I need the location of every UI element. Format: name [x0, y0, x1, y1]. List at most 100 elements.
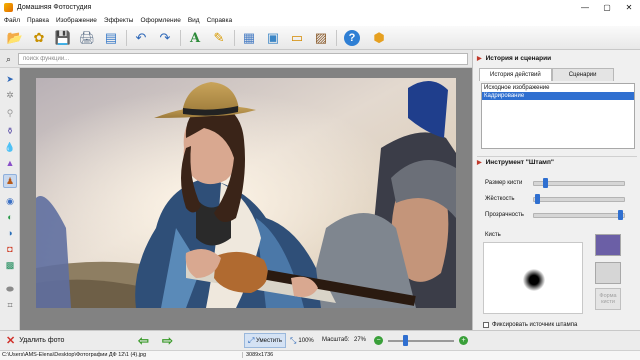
opacity-thumb[interactable]: [618, 210, 624, 220]
menu-view[interactable]: Вид: [188, 17, 200, 24]
menu-help[interactable]: Справка: [207, 17, 233, 24]
undo-button[interactable]: ↶: [132, 29, 150, 47]
zoom-slider-thumb[interactable]: [403, 335, 408, 346]
select-tool[interactable]: ➤: [3, 72, 17, 86]
zoom-in-button[interactable]: +: [459, 336, 468, 345]
text-button[interactable]: A: [186, 29, 204, 47]
brush-dot: [523, 269, 545, 291]
pointer-icon: ➤: [6, 73, 14, 84]
prev-photo-button[interactable]: ⇦: [138, 333, 149, 349]
secondary-color-swatch[interactable]: [595, 262, 621, 284]
menu-design[interactable]: Оформление: [140, 17, 180, 24]
image-canvas[interactable]: [20, 68, 472, 330]
opacity-slider[interactable]: [533, 213, 625, 218]
close-button[interactable]: ✕: [618, 0, 640, 14]
print-button[interactable]: 🖨: [78, 29, 96, 47]
package-button[interactable]: ⬢: [370, 29, 388, 47]
help-button[interactable]: ?: [344, 30, 360, 46]
collage-button[interactable]: ▦: [240, 29, 258, 47]
color-tool[interactable]: ◐: [3, 210, 17, 224]
menu-effects[interactable]: Эффекты: [104, 17, 134, 24]
eye-tool[interactable]: ◉: [3, 194, 17, 208]
brush-preview: [483, 242, 583, 314]
brush-icon: ✎: [213, 30, 225, 45]
file-path: C:\Users\AMS-Elena\Desktop\Фотографии ДФ…: [2, 352, 147, 358]
history-tabs: История действий Сценарии: [479, 68, 614, 81]
auto-enhance-tool[interactable]: ✲: [3, 88, 17, 102]
shapes-tool[interactable]: ▩: [3, 258, 17, 272]
open-folder-icon: 📂: [6, 30, 24, 45]
sharpen-tool[interactable]: ▲: [3, 156, 17, 170]
search-input[interactable]: [18, 53, 468, 65]
hardness-slider[interactable]: [533, 197, 625, 202]
bottom-bar: ✕ Удалить фото ⇦ ⇨ ⤢ Уместить ⤡ 100% Мас…: [0, 330, 640, 350]
frame-button[interactable]: ▣: [264, 29, 282, 47]
primary-color-swatch[interactable]: [595, 234, 621, 256]
photo-image: [36, 78, 456, 308]
menu-image[interactable]: Изображение: [56, 17, 97, 24]
arrow-right-icon: ⇨: [162, 333, 173, 348]
fit-button[interactable]: ⤢ Уместить: [244, 333, 286, 348]
scale-label: Масштаб:: [322, 337, 350, 343]
brush-label: Кисть: [485, 232, 501, 238]
history-item[interactable]: Исходное изображение: [482, 84, 634, 92]
zoom-tool[interactable]: ⚲: [3, 106, 17, 120]
effects-button[interactable]: ✿: [30, 29, 48, 47]
export-icon: ▤: [104, 30, 118, 45]
zoom-slider[interactable]: [388, 340, 454, 342]
fit-icon: ⤢: [248, 335, 255, 345]
history-panel-header[interactable]: ▶ История и сценарии: [477, 52, 551, 64]
collapse-arrow-icon: ▶: [477, 160, 482, 166]
window-title: Домашняя Фотостудия: [17, 3, 92, 11]
delete-photo-button[interactable]: ✕ Удалить фото: [6, 334, 64, 347]
save-button[interactable]: 💾: [54, 29, 72, 47]
plus-icon: +: [461, 337, 466, 344]
brush-size-thumb[interactable]: [543, 178, 549, 188]
brush-button[interactable]: ✎: [210, 29, 228, 47]
drop-icon: 💧: [4, 141, 16, 152]
hardness-thumb[interactable]: [534, 194, 540, 204]
app-logo-icon: [4, 2, 13, 12]
history-item-selected[interactable]: Кадрирование: [482, 92, 634, 100]
blur-tool[interactable]: ⚱: [3, 124, 17, 138]
zoom-100-button[interactable]: ⤡ 100%: [290, 336, 314, 346]
color-icon: ◐: [7, 212, 13, 222]
light-tool[interactable]: ◑: [3, 226, 17, 240]
tab-history[interactable]: История действий: [479, 68, 552, 81]
drop-tool[interactable]: 💧: [3, 140, 17, 154]
text-icon: A: [189, 30, 201, 46]
export-button[interactable]: ▤: [102, 29, 120, 47]
tool-panel-header: ▶ Инструмент "Штамп": [477, 156, 637, 168]
maximize-button[interactable]: ▢: [596, 0, 618, 14]
brush-shape-button[interactable]: Форма кисти: [595, 288, 621, 310]
triangle-icon: ▲: [5, 158, 15, 168]
next-photo-button[interactable]: ⇨: [162, 333, 173, 349]
open-folder-button[interactable]: 📂: [6, 29, 24, 47]
stamp-icon: ♟: [5, 175, 15, 186]
crop-tool[interactable]: ⌗: [3, 298, 17, 312]
menu-edit[interactable]: Правка: [27, 17, 49, 24]
shapes-icon: ▩: [5, 259, 15, 270]
magnifier-icon: ⚲: [6, 107, 14, 118]
stamp-tool[interactable]: ♟: [3, 174, 17, 188]
zoom-out-button[interactable]: −: [374, 336, 383, 345]
palette-tool[interactable]: ◘: [3, 242, 17, 256]
minimize-button[interactable]: —: [574, 0, 596, 14]
eraser-icon: ⬬: [6, 283, 14, 294]
tab-scenarios[interactable]: Сценарии: [551, 68, 614, 81]
collapse-arrow-icon: ▶: [477, 55, 482, 62]
zoom-100-label: 100%: [298, 338, 314, 344]
eraser-tool[interactable]: ⬬: [3, 282, 17, 296]
fix-source-checkbox[interactable]: [483, 322, 489, 328]
photo[interactable]: [36, 78, 456, 308]
palette-icon: ◘: [7, 244, 13, 254]
menu-bar: Файл Правка Изображение Эффекты Оформлен…: [0, 14, 640, 26]
tool-panel-title: Инструмент "Штамп": [485, 159, 555, 166]
calendar-button[interactable]: ▭: [288, 29, 306, 47]
postcard-button[interactable]: ▨: [312, 29, 330, 47]
menu-file[interactable]: Файл: [4, 17, 20, 24]
hardness-label: Жёсткость: [485, 196, 515, 202]
fix-source-row[interactable]: Фиксировать источник штампа: [483, 322, 577, 328]
redo-button[interactable]: ↷: [156, 29, 174, 47]
fit-label: Уместить: [256, 337, 282, 344]
